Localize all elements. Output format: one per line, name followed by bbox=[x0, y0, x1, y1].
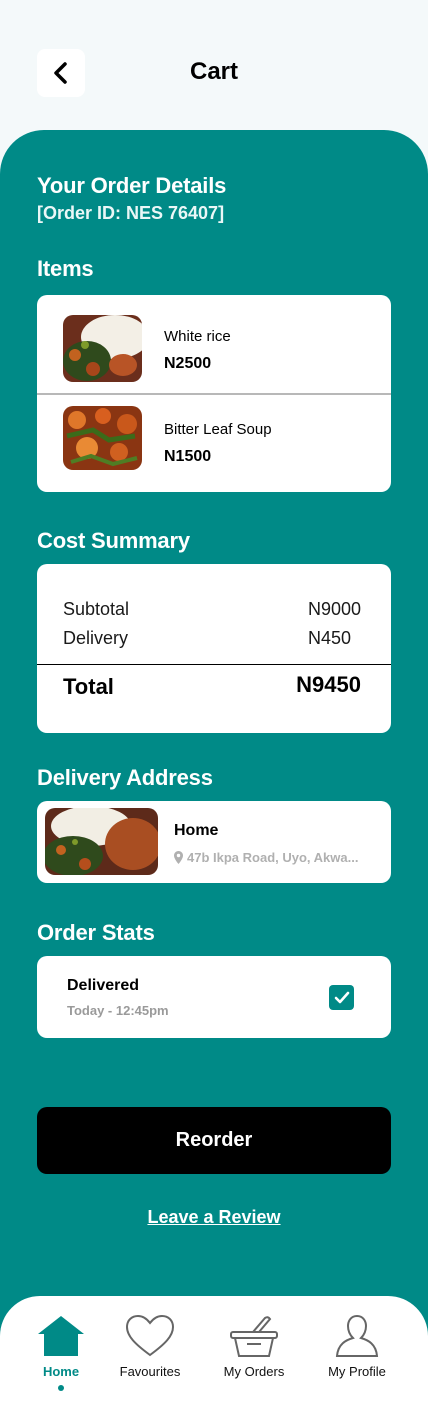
check-icon bbox=[334, 991, 349, 1004]
list-item[interactable]: Bitter Leaf Soup N1500 bbox=[37, 394, 391, 492]
nav-item-my-orders[interactable]: My Orders bbox=[204, 1314, 304, 1379]
food-image bbox=[63, 406, 142, 470]
profile-icon bbox=[335, 1314, 379, 1357]
order-time: Today - 12:45pm bbox=[67, 1003, 169, 1018]
order-status: Delivered bbox=[67, 977, 140, 994]
address-name: Home bbox=[174, 822, 219, 839]
address-card[interactable]: Home 47b Ikpa Road, Uyo, Akwa... bbox=[37, 801, 391, 883]
delivery-address-heading: Delivery Address bbox=[37, 765, 213, 790]
heart-icon bbox=[125, 1314, 175, 1357]
nav-label: My Profile bbox=[328, 1364, 386, 1379]
address-line: 47b Ikpa Road, Uyo, Akwa... bbox=[174, 850, 358, 865]
subtotal-label: Subtotal bbox=[63, 599, 130, 619]
order-stats-card: Delivered Today - 12:45pm bbox=[37, 956, 391, 1038]
order-details-heading: Your Order Details bbox=[37, 173, 227, 198]
nav-label: My Orders bbox=[223, 1364, 285, 1379]
map-pin-icon bbox=[174, 851, 183, 864]
leave-review-link[interactable]: Leave a Review bbox=[0, 1207, 428, 1228]
address-image bbox=[45, 808, 158, 875]
total-value: N9450 bbox=[296, 672, 361, 697]
food-image bbox=[63, 315, 142, 382]
items-heading: Items bbox=[37, 256, 94, 281]
reorder-button[interactable]: Reorder bbox=[37, 1107, 391, 1174]
summary-divider bbox=[37, 664, 391, 665]
subtotal-value: N9000 bbox=[307, 599, 361, 619]
items-card: White rice N2500 Bitter Leaf Soup N1500 bbox=[37, 295, 391, 492]
order-stats-heading: Order Stats bbox=[37, 920, 155, 945]
nav-item-home[interactable]: Home bbox=[11, 1314, 111, 1391]
basket-icon bbox=[230, 1316, 278, 1357]
page-title: Cart bbox=[189, 58, 238, 85]
nav-label: Favourites bbox=[119, 1364, 181, 1379]
delivery-label: Delivery bbox=[63, 628, 129, 648]
nav-item-my-profile[interactable]: My Profile bbox=[307, 1314, 407, 1379]
item-price: N1500 bbox=[164, 448, 212, 465]
nav-label: Home bbox=[42, 1364, 80, 1379]
item-name: Bitter Leaf Soup bbox=[164, 421, 272, 438]
delivery-value: N450 bbox=[307, 628, 351, 648]
list-item[interactable]: White rice N2500 bbox=[37, 295, 391, 393]
cost-summary-card: Subtotal N9000 Delivery N450 Total N9450 bbox=[37, 564, 391, 733]
cost-summary-heading: Cost Summary bbox=[37, 528, 190, 553]
delivered-checkbox[interactable] bbox=[329, 985, 354, 1010]
active-indicator bbox=[58, 1385, 64, 1391]
nav-item-favourites[interactable]: Favourites bbox=[100, 1314, 200, 1379]
home-icon bbox=[38, 1316, 84, 1356]
item-name: White rice bbox=[164, 328, 231, 345]
total-label: Total bbox=[63, 674, 114, 699]
item-price: N2500 bbox=[164, 355, 212, 372]
address-text: 47b Ikpa Road, Uyo, Akwa... bbox=[187, 850, 359, 865]
bottom-nav: Home Favourites My Orders My Profile bbox=[0, 1296, 428, 1416]
order-id: [Order ID: NES 76407] bbox=[37, 203, 225, 223]
